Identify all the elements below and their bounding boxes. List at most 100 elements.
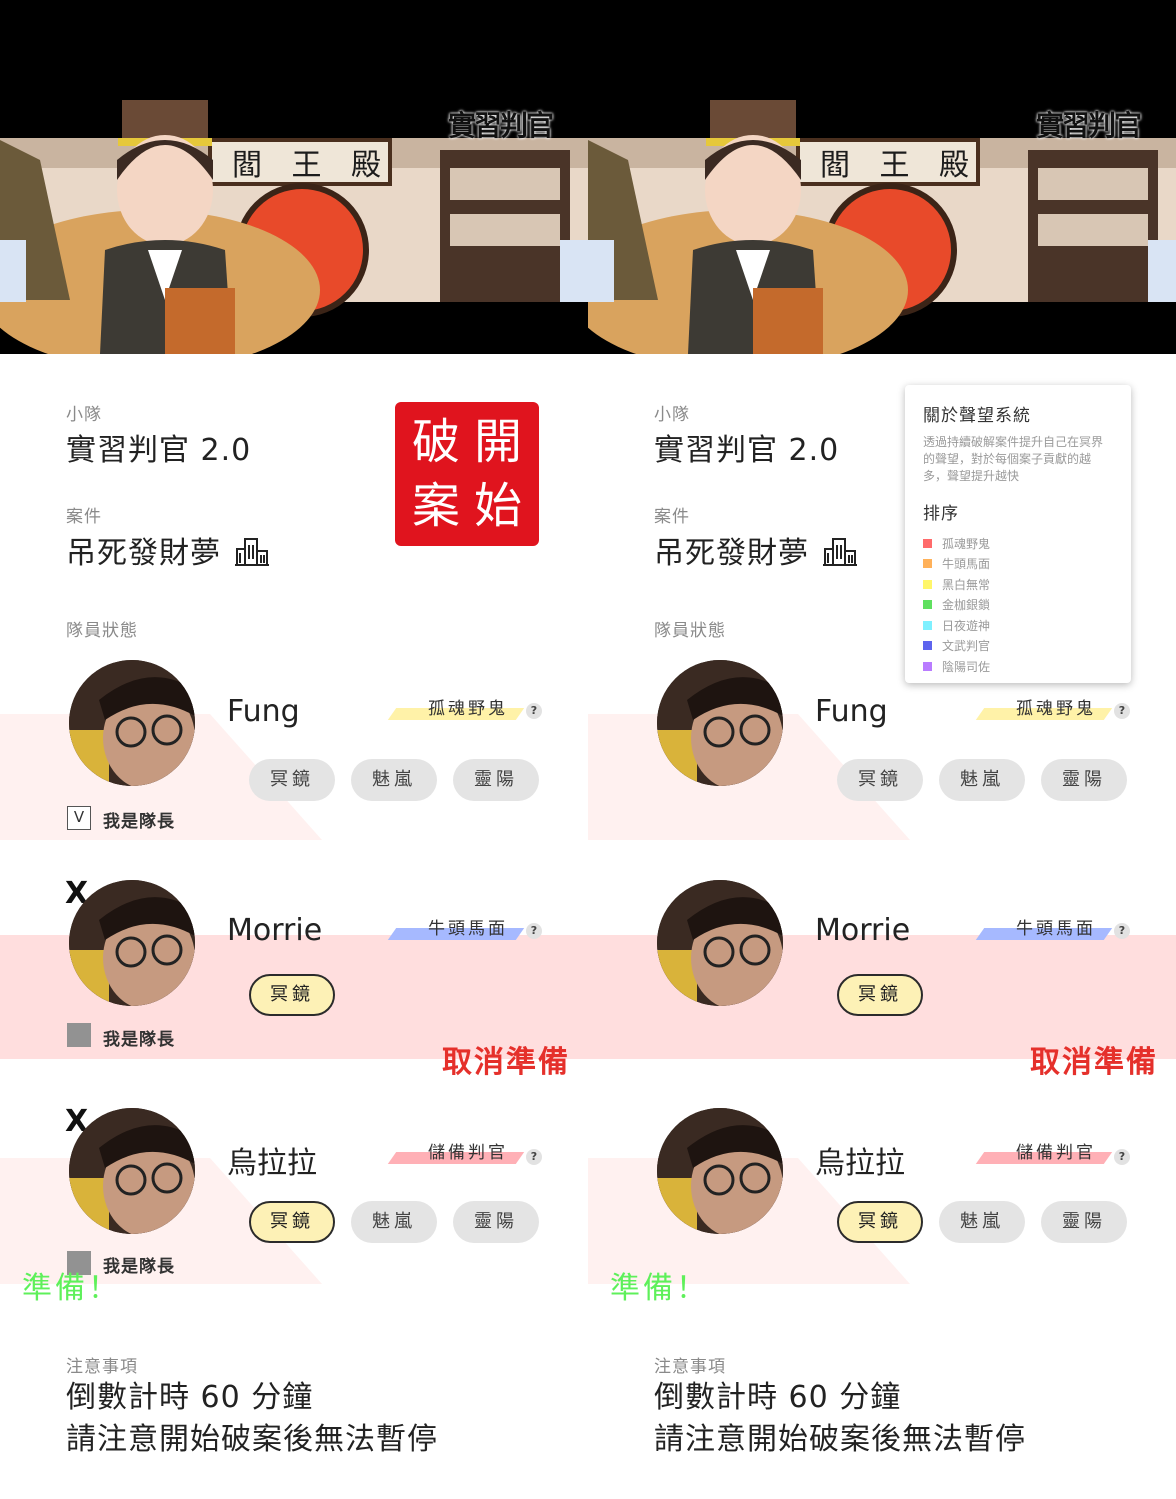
role-help-icon[interactable]: ?: [526, 703, 542, 719]
role-help-icon[interactable]: ?: [526, 1149, 542, 1165]
start-case-seal-button[interactable]: 破 開 案 始: [395, 402, 539, 546]
case-label: 案件: [66, 507, 102, 527]
role-help-icon[interactable]: ?: [1114, 923, 1130, 939]
rank-item: 牛頭馬面: [923, 554, 1113, 575]
rank-label: 金枷銀鎖: [942, 598, 991, 613]
captain-checkbox[interactable]: V: [67, 806, 91, 830]
rank-swatch: [923, 538, 932, 548]
role-tag: 牛頭馬面: [392, 918, 520, 940]
seal-char: 開: [473, 414, 522, 470]
popover-title: 關於聲望系統: [923, 406, 1031, 426]
rank-title: 排序: [923, 504, 959, 524]
skill-pill[interactable]: 魅嵐: [351, 1201, 437, 1243]
team-lobby-screen-right: 閻 王 殿 實習判官 小隊 實習判官 2.0 案件 吊死發財夢 隊員狀態 Fun…: [588, 0, 1176, 1499]
rank-label: 日夜遊神: [942, 618, 991, 633]
hero-banner: 閻 王 殿 實習判官: [588, 0, 1176, 354]
building-icon[interactable]: [233, 537, 271, 567]
member-name: Fung: [227, 694, 300, 729]
seal-char: 始: [473, 478, 522, 534]
ready-button[interactable]: 準備！: [610, 1263, 709, 1307]
case-name: 吊死發財夢: [66, 536, 221, 571]
case-label: 案件: [654, 507, 690, 527]
member-name: 烏拉拉: [815, 1146, 905, 1181]
skill-pill-selected[interactable]: 冥鏡: [249, 1201, 335, 1243]
cancel-ready-button[interactable]: 取消準備: [1030, 1037, 1158, 1081]
notes-line: 請注意開始破案後無法暫停: [654, 1422, 1026, 1457]
notes-line: 倒數計時 60 分鐘: [66, 1380, 314, 1415]
notes-line: 倒數計時 60 分鐘: [654, 1380, 902, 1415]
rank-swatch: [923, 641, 932, 651]
avatar: [69, 1108, 195, 1234]
popover-description: 透過持續破解案件提升自己在冥界的聲望，對於每個案子貢獻的越多，聲望提升越快: [923, 435, 1104, 483]
game-logo: 實習判官: [448, 109, 554, 142]
role-tag: 孤魂野鬼: [392, 698, 520, 720]
rank-label: 陰陽司佐: [942, 659, 991, 674]
notes-label: 注意事項: [66, 1357, 138, 1377]
skill-pill[interactable]: 靈陽: [1041, 759, 1127, 801]
member-name: 烏拉拉: [227, 1146, 317, 1181]
notes-line: 請注意開始破案後無法暫停: [66, 1422, 438, 1457]
rank-label: 孤魂野鬼: [942, 536, 991, 551]
rank-swatch: [923, 559, 932, 569]
skill-pill-selected[interactable]: 冥鏡: [249, 974, 335, 1016]
rank-swatch: [923, 600, 932, 610]
avatar: [69, 660, 195, 786]
role-tag: 儲備判官: [392, 1142, 520, 1164]
reputation-popover: 關於聲望系統 透過持續破解案件提升自己在冥界的聲望，對於每個案子貢獻的越多，聲望…: [905, 385, 1131, 683]
rank-swatch: [923, 661, 932, 671]
rank-label: 牛頭馬面: [942, 557, 991, 572]
rank-item: 文武判官: [923, 636, 1113, 657]
hall-sign: 閻 王 殿: [232, 148, 392, 183]
skill-pill[interactable]: 靈陽: [1041, 1201, 1127, 1243]
rank-item: 黑白無常: [923, 574, 1113, 595]
captain-label: 我是隊長: [103, 1030, 175, 1050]
avatar: [657, 660, 783, 786]
members-label: 隊員狀態: [654, 621, 726, 641]
building-icon[interactable]: [821, 537, 859, 567]
case-title: 吊死發財夢: [66, 528, 271, 572]
rank-item: 孤魂野鬼: [923, 533, 1113, 554]
role-help-icon[interactable]: ?: [1114, 703, 1130, 719]
member-name: Fung: [815, 694, 888, 729]
member-name: Morrie: [815, 913, 911, 948]
skill-pill[interactable]: 冥鏡: [837, 759, 923, 801]
captain-label: 我是隊長: [103, 812, 175, 832]
rank-item: 陰陽司佐: [923, 656, 1113, 677]
rank-swatch: [923, 620, 932, 630]
avatar: [657, 880, 783, 1006]
seal-char: 破: [411, 414, 460, 470]
ready-button[interactable]: 準備！: [22, 1263, 121, 1307]
role-help-icon[interactable]: ?: [526, 923, 542, 939]
skill-pill[interactable]: 魅嵐: [939, 759, 1025, 801]
rank-list: 孤魂野鬼 牛頭馬面 黑白無常 金枷銀鎖 日夜遊神 文武判官 陰陽司佐: [923, 533, 1113, 677]
skill-pill[interactable]: 靈陽: [453, 1201, 539, 1243]
avatar: [657, 1108, 783, 1234]
team-label: 小隊: [66, 405, 102, 425]
skill-pill[interactable]: 靈陽: [453, 759, 539, 801]
skill-pill[interactable]: 魅嵐: [939, 1201, 1025, 1243]
cancel-ready-button[interactable]: 取消準備: [442, 1037, 570, 1081]
team-lobby-screen-left: 閻 王 殿 實習判官 小隊 實習判官 2.0 案件 吊死發財夢 破 開 案 始 …: [0, 0, 588, 1499]
game-logo: 實習判官: [1036, 109, 1142, 142]
rank-item: 日夜遊神: [923, 615, 1113, 636]
team-name: 實習判官 2.0: [66, 433, 252, 468]
hero-banner: 閻 王 殿 實習判官: [0, 0, 588, 354]
team-label: 小隊: [654, 405, 690, 425]
case-title: 吊死發財夢: [654, 528, 859, 572]
case-name: 吊死發財夢: [654, 536, 809, 571]
role-tag: 牛頭馬面: [980, 918, 1108, 940]
captain-checkbox[interactable]: [67, 1023, 91, 1047]
notes-label: 注意事項: [654, 1357, 726, 1377]
skill-pill-selected[interactable]: 冥鏡: [837, 974, 923, 1016]
role-help-icon[interactable]: ?: [1114, 1149, 1130, 1165]
hall-sign: 閻 王 殿: [820, 148, 980, 183]
skill-pill-selected[interactable]: 冥鏡: [837, 1201, 923, 1243]
rank-swatch: [923, 579, 932, 589]
role-tag: 孤魂野鬼: [980, 698, 1108, 720]
member-name: Morrie: [227, 913, 323, 948]
avatar: [69, 880, 195, 1006]
skill-pill[interactable]: 冥鏡: [249, 759, 335, 801]
team-name: 實習判官 2.0: [654, 433, 840, 468]
skill-pill[interactable]: 魅嵐: [351, 759, 437, 801]
rank-item: 金枷銀鎖: [923, 595, 1113, 616]
